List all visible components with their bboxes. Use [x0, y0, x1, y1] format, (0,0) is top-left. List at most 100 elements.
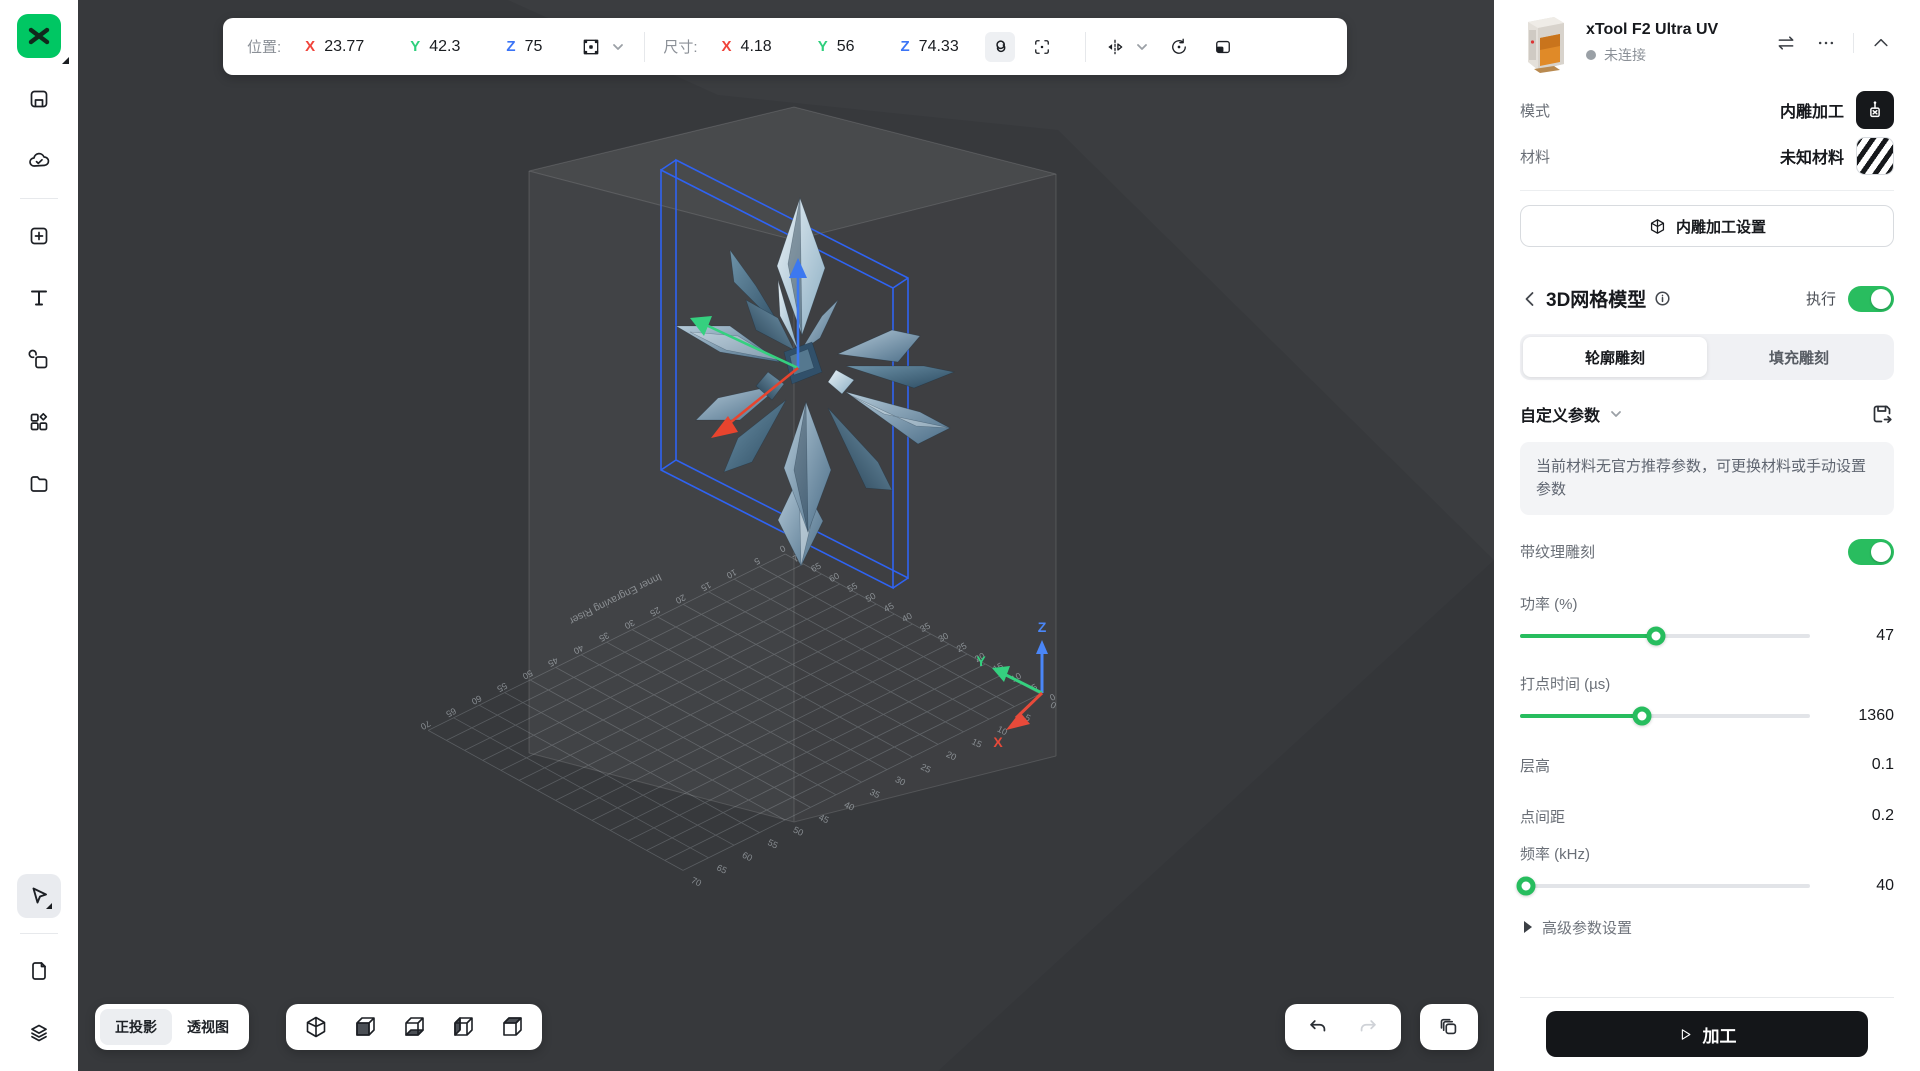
execute-label: 执行	[1805, 291, 1836, 308]
device-more-button[interactable]	[1813, 30, 1839, 56]
custom-params-chevron-icon[interactable]	[1608, 406, 1624, 422]
layer-height-row: 层高 0.1	[1520, 755, 1894, 776]
frequency-label: 频率 (kHz)	[1520, 845, 1590, 863]
rotate-icon[interactable]	[1164, 32, 1194, 62]
redo-button[interactable]	[1351, 1010, 1385, 1044]
select-tool-button[interactable]	[17, 874, 61, 918]
view-top-button[interactable]	[498, 1013, 526, 1041]
power-slider[interactable]	[1520, 626, 1810, 645]
viewport-canvas[interactable]: 0005551010101515152020202525253030303535…	[78, 0, 1494, 1071]
anchor-dropdown-chevron-icon[interactable]	[610, 39, 626, 55]
mode-value: 内雕加工	[1779, 104, 1844, 121]
custom-params-label[interactable]: 自定义参数	[1520, 402, 1600, 426]
gizmo-y-label: Y	[976, 653, 986, 669]
xtool-logo-icon	[17, 14, 61, 58]
history-bar	[1285, 1004, 1401, 1050]
engrave-type-tabs: 轮廓雕刻 填充雕刻	[1520, 334, 1894, 380]
view-iso-button[interactable]	[302, 1013, 330, 1041]
material-row: 材料 未知材料	[1520, 136, 1894, 176]
document-button[interactable]	[17, 949, 61, 993]
expand-arrow-icon	[1524, 921, 1532, 933]
dot-pitch-value[interactable]: 0.2	[1872, 807, 1894, 825]
position-x[interactable]: X 23.77	[305, 38, 364, 56]
section-header: 3D网格模型 执行	[1520, 285, 1894, 312]
sidebar-divider	[20, 933, 58, 934]
position-z[interactable]: Z 75	[506, 38, 542, 56]
tab-fill-engrave[interactable]: 填充雕刻	[1707, 337, 1891, 377]
files-button[interactable]	[17, 462, 61, 506]
header-divider	[1853, 33, 1854, 53]
layers-button[interactable]	[17, 1011, 61, 1055]
position-label: 位置:	[247, 39, 282, 56]
logo-menu-corner-icon	[62, 57, 69, 64]
execute-toggle[interactable]	[1848, 285, 1894, 312]
connection-status-text: 未连接	[1604, 47, 1646, 63]
switch-device-button[interactable]	[1773, 30, 1799, 56]
texture-toggle[interactable]	[1848, 538, 1894, 565]
size-x[interactable]: X 4.18	[722, 38, 772, 56]
back-chevron-icon[interactable]	[1520, 289, 1540, 309]
position-y[interactable]: Y 42.3	[410, 38, 460, 56]
save-button[interactable]	[17, 77, 61, 121]
perspective-button[interactable]: 透视图	[172, 1009, 244, 1045]
orthographic-button[interactable]: 正投影	[100, 1009, 172, 1045]
left-sidebar	[0, 0, 78, 1071]
dot-time-slider[interactable]	[1520, 706, 1810, 725]
custom-params-row: 自定义参数	[1520, 402, 1894, 426]
focus-frame-icon[interactable]	[1027, 32, 1057, 62]
elements-button[interactable]	[17, 400, 61, 444]
gizmo-z-label: Z	[1038, 619, 1047, 635]
collapse-panel-button[interactable]	[1868, 30, 1894, 56]
mirror-dropdown-chevron-icon[interactable]	[1134, 39, 1150, 55]
cloud-check-icon	[29, 152, 50, 167]
add-square-icon	[30, 227, 48, 245]
tab-outline-engrave[interactable]: 轮廓雕刻	[1523, 337, 1707, 377]
frequency-slider[interactable]	[1516, 876, 1810, 895]
new-project-button[interactable]	[17, 214, 61, 258]
view-bottom-button[interactable]	[400, 1013, 428, 1041]
mirror-flip-icon[interactable]	[1100, 32, 1130, 62]
resize-icon[interactable]	[1208, 32, 1238, 62]
engraving-settings-button[interactable]: 内雕加工设置	[1520, 205, 1894, 247]
view-preset-bar	[286, 1004, 542, 1050]
power-value[interactable]: 47	[1836, 627, 1894, 645]
dot-time-value[interactable]: 1360	[1836, 707, 1894, 725]
redo-icon	[1360, 1020, 1376, 1032]
lock-aspect-ratio-icon[interactable]	[984, 31, 1015, 62]
mode-chip-button[interactable]	[1856, 91, 1894, 129]
view-left-button[interactable]	[449, 1013, 477, 1041]
size-y[interactable]: Y 56	[818, 38, 855, 56]
texture-label: 带纹理雕刻	[1520, 544, 1596, 561]
text-icon	[31, 290, 47, 306]
shapes-icon	[28, 349, 48, 369]
material-value: 未知材料	[1779, 150, 1844, 167]
power-label: 功率 (%)	[1520, 595, 1578, 613]
duplicate-button[interactable]	[1432, 1010, 1466, 1044]
frequency-value[interactable]: 40	[1836, 877, 1894, 895]
laser-mode-icon	[1870, 101, 1880, 118]
save-params-icon[interactable]	[1870, 402, 1894, 426]
mode-row: 模式 内雕加工	[1520, 90, 1894, 130]
layer-height-label: 层高	[1520, 757, 1551, 775]
material-label: 材料	[1520, 148, 1551, 166]
dot-pitch-label: 点间距	[1520, 808, 1566, 826]
cloud-sync-button[interactable]	[17, 139, 61, 183]
app-logo[interactable]	[17, 14, 69, 64]
anchor-point-icon[interactable]	[576, 32, 606, 62]
texture-row: 带纹理雕刻	[1520, 538, 1894, 565]
info-icon[interactable]	[1654, 290, 1671, 307]
process-button[interactable]: 加工	[1546, 1011, 1868, 1057]
size-z[interactable]: Z 74.33	[901, 38, 959, 56]
advanced-settings-row[interactable]: 高级参数设置	[1520, 917, 1894, 938]
undo-button[interactable]	[1301, 1010, 1335, 1044]
text-tool-button[interactable]	[17, 276, 61, 320]
panel-divider	[1520, 190, 1894, 191]
layer-height-value[interactable]: 0.1	[1872, 756, 1894, 774]
layers-icon	[31, 1024, 47, 1042]
view-front-button[interactable]	[351, 1013, 379, 1041]
dot-pitch-row: 点间距 0.2	[1520, 806, 1894, 827]
viewport[interactable]: 0005551010101515152020202525253030303535…	[78, 0, 1494, 1071]
shapes-tool-button[interactable]	[17, 338, 61, 382]
tool-menu-corner-icon	[46, 903, 52, 909]
material-swatch-button[interactable]	[1856, 137, 1894, 175]
